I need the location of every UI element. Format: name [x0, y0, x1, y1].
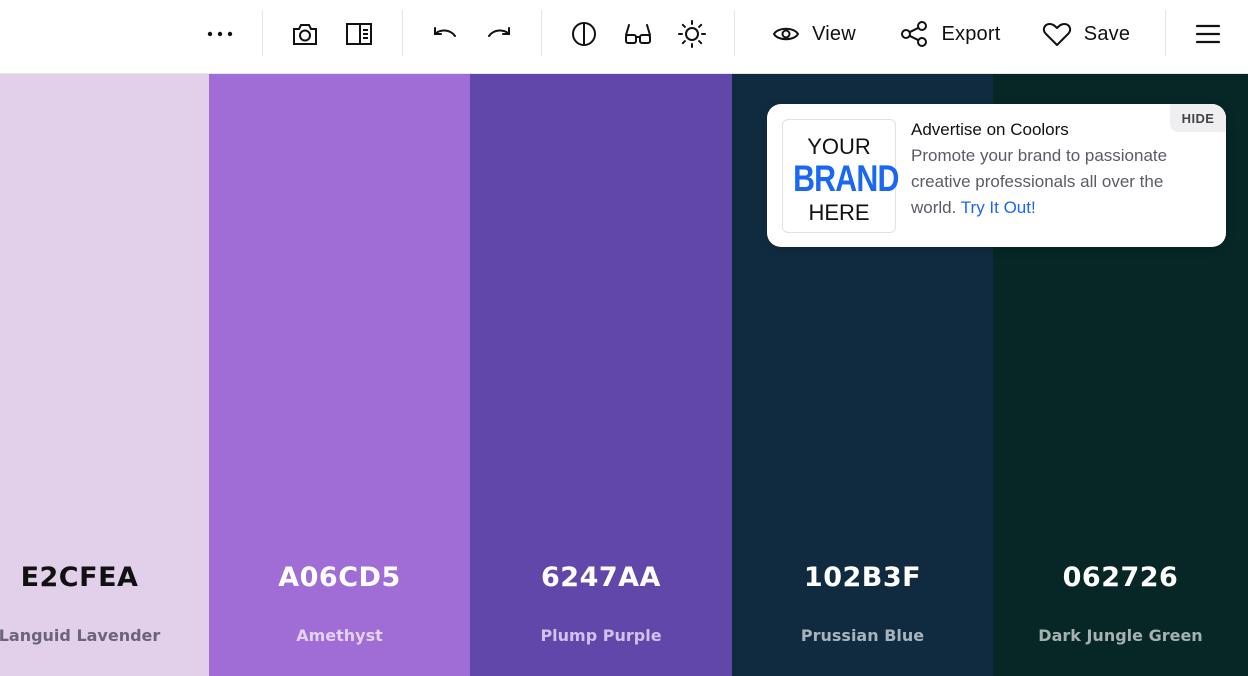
- color-blindness-button[interactable]: [617, 13, 659, 55]
- view-label: View: [812, 22, 856, 45]
- view-button[interactable]: View: [766, 13, 862, 55]
- heart-icon: [1042, 23, 1071, 46]
- toolbar-divider: [402, 10, 403, 56]
- redo-icon: [488, 27, 510, 37]
- hex-code[interactable]: A06CD5: [209, 562, 470, 593]
- logo-text-your: YOUR: [807, 134, 871, 159]
- camera-icon: [293, 24, 317, 45]
- save-label: Save: [1083, 22, 1131, 45]
- hex-code[interactable]: E2CFEA: [0, 562, 209, 593]
- color-name[interactable]: Dark Jungle Green: [993, 626, 1248, 645]
- export-label: Export: [941, 22, 1001, 45]
- undo-button[interactable]: [424, 13, 466, 55]
- ad-description: Promote your brand to passionate creativ…: [911, 143, 1211, 221]
- color-swatch[interactable]: 6247AA Plump Purple: [470, 74, 732, 676]
- glasses-icon: [625, 24, 651, 44]
- ad-text: Promote your brand to passionate creativ…: [911, 146, 1168, 217]
- color-swatch[interactable]: A06CD5 Amethyst: [209, 74, 470, 676]
- contrast-button[interactable]: [563, 13, 605, 55]
- toolbar-divider: [262, 10, 263, 56]
- ad-card[interactable]: YOUR BRAND HERE Advertise on Coolors Pro…: [767, 104, 1226, 247]
- side-panel-button[interactable]: [338, 13, 380, 55]
- main-menu-button[interactable]: [1186, 13, 1230, 55]
- color-name[interactable]: Languid Lavender: [0, 626, 209, 645]
- more-options-button[interactable]: [198, 13, 242, 55]
- undo-icon: [434, 27, 456, 37]
- brand-logo-placeholder[interactable]: YOUR BRAND HERE: [782, 119, 899, 233]
- toolbar-divider: [734, 10, 735, 56]
- logo-text-here: HERE: [808, 200, 870, 225]
- camera-button[interactable]: [284, 13, 326, 55]
- share-icon: [901, 21, 928, 47]
- contrast-icon: [572, 22, 596, 46]
- hex-code[interactable]: 6247AA: [470, 562, 732, 593]
- export-button[interactable]: Export: [893, 13, 1007, 55]
- eye-icon: [772, 27, 800, 41]
- hide-ad-button[interactable]: HIDE: [1170, 104, 1226, 132]
- brightness-button[interactable]: [671, 13, 713, 55]
- color-swatch[interactable]: E2CFEA Languid Lavender: [0, 74, 209, 676]
- color-name[interactable]: Amethyst: [209, 626, 470, 645]
- sun-icon: [678, 20, 706, 48]
- color-name[interactable]: Prussian Blue: [732, 626, 993, 645]
- more-horizontal-icon: [207, 31, 233, 37]
- logo-text-brand: BRAND: [793, 158, 899, 199]
- hex-code[interactable]: 102B3F: [732, 562, 993, 593]
- color-name[interactable]: Plump Purple: [470, 626, 732, 645]
- hex-code[interactable]: 062726: [993, 562, 1248, 593]
- toolbar: View Export Save: [0, 0, 1248, 74]
- ad-link[interactable]: Try It Out!: [961, 198, 1036, 217]
- side-panel-icon: [346, 23, 372, 45]
- toolbar-divider: [541, 10, 542, 56]
- redo-button[interactable]: [478, 13, 520, 55]
- ad-title[interactable]: Advertise on Coolors: [911, 120, 1069, 140]
- hamburger-menu-icon: [1195, 24, 1221, 44]
- save-button[interactable]: Save: [1036, 13, 1136, 55]
- toolbar-divider: [1165, 10, 1166, 56]
